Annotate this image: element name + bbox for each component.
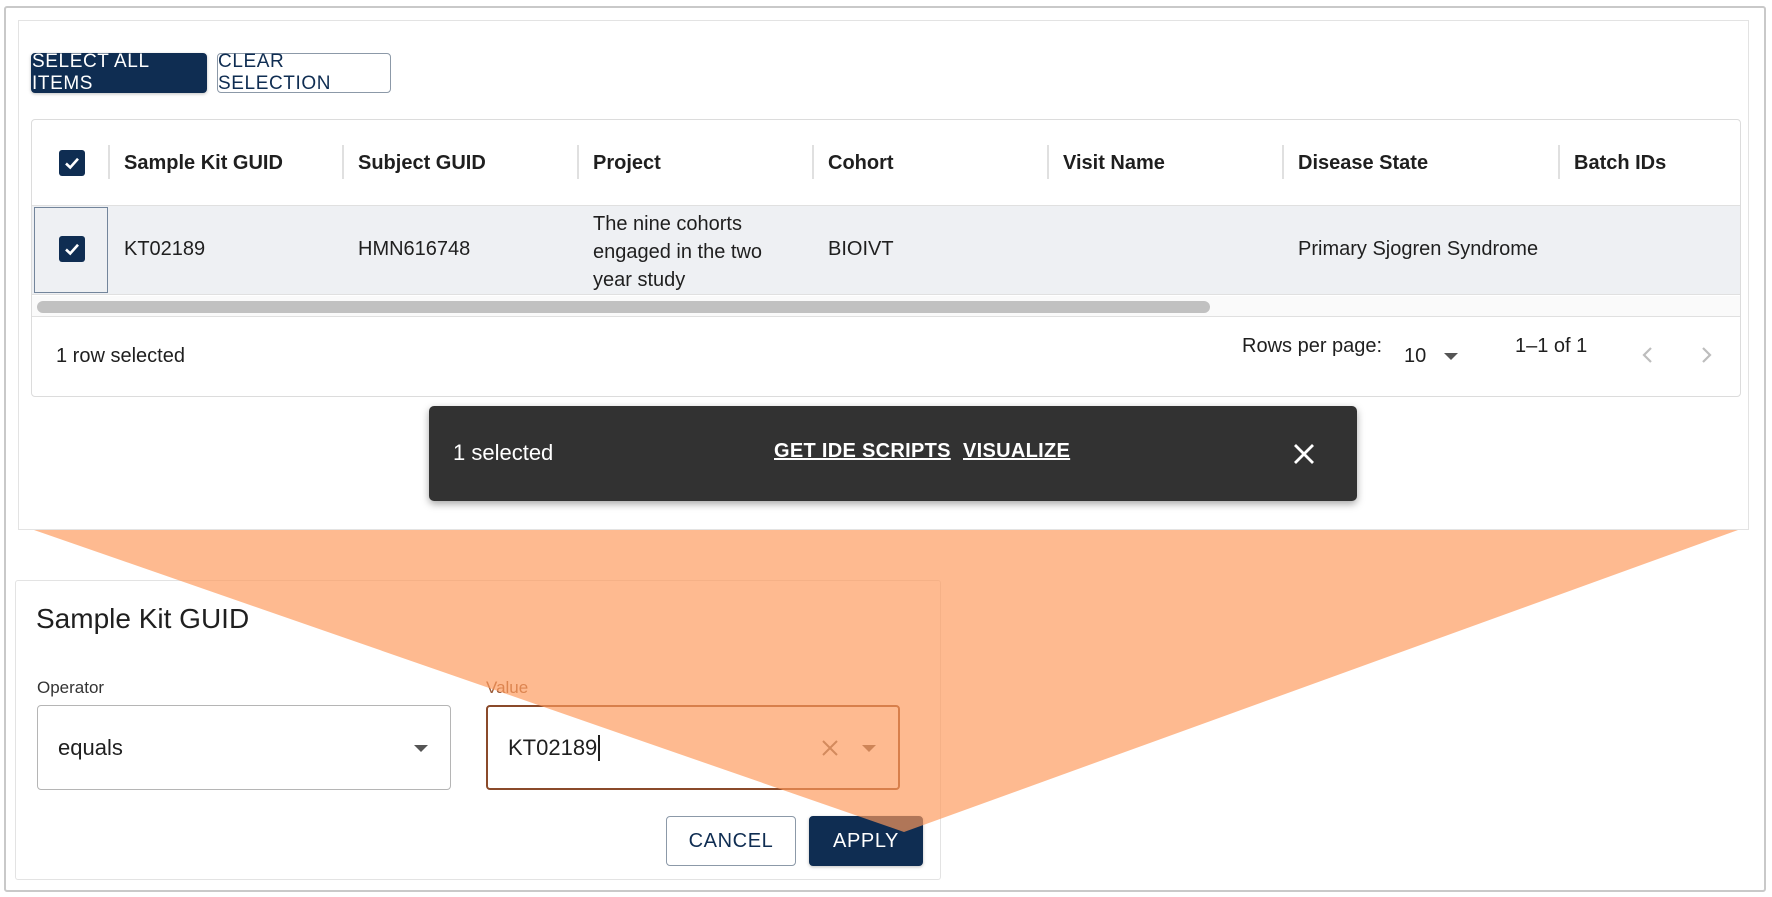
value-input-text: KT02189 bbox=[508, 734, 598, 760]
clear-selection-button[interactable]: CLEAR SELECTION bbox=[217, 51, 391, 94]
data-grid: Sample Kit GUID Subject GUID Project Coh… bbox=[31, 119, 1741, 397]
selected-count: 1 selected bbox=[453, 440, 554, 465]
visualize-link[interactable]: VISUALIZE bbox=[963, 440, 1070, 463]
value-label: Value bbox=[486, 678, 529, 697]
horizontal-scrollbar[interactable] bbox=[32, 296, 1740, 317]
filter-panel: Sample Kit GUID Operator equals Value KT… bbox=[15, 580, 941, 880]
previous-page-button[interactable] bbox=[1636, 343, 1660, 367]
grid-header: Sample Kit GUID Subject GUID Project Coh… bbox=[32, 120, 1740, 206]
scrollbar-thumb[interactable] bbox=[37, 301, 1210, 313]
column-header-project[interactable]: Project bbox=[593, 120, 661, 206]
value-input[interactable]: KT02189 bbox=[486, 705, 900, 790]
filter-title: Sample Kit GUID bbox=[36, 603, 250, 634]
selection-count: 1 row selected bbox=[56, 345, 185, 367]
clear-value-button[interactable] bbox=[818, 736, 842, 760]
operator-value: equals bbox=[58, 734, 123, 760]
dropdown-arrow-icon bbox=[1444, 352, 1459, 360]
dropdown-arrow-icon bbox=[414, 745, 428, 752]
cell-sample-kit-guid: KT02189 bbox=[124, 237, 206, 260]
next-page-button[interactable] bbox=[1694, 343, 1718, 367]
cell-subject-guid: HMN616748 bbox=[358, 237, 471, 260]
column-header-disease-state[interactable]: Disease State bbox=[1298, 120, 1428, 206]
apply-button[interactable]: APPLY bbox=[809, 816, 923, 866]
table-row[interactable]: KT02189 HMN616748 The nine cohorts engag… bbox=[32, 206, 1740, 295]
selection-snackbar: 1 selected GET IDE SCRIPTS VISUALIZE bbox=[429, 406, 1357, 501]
column-header-cohort[interactable]: Cohort bbox=[828, 120, 894, 206]
text-cursor bbox=[598, 734, 601, 761]
get-ide-scripts-link[interactable]: GET IDE SCRIPTS bbox=[774, 440, 951, 463]
column-header-subject-guid[interactable]: Subject GUID bbox=[358, 120, 486, 206]
dropdown-arrow-icon bbox=[862, 745, 876, 752]
close-snackbar-button[interactable] bbox=[1291, 441, 1317, 467]
chevron-left-icon bbox=[1642, 347, 1652, 363]
rows-per-page-select[interactable]: 10 bbox=[1404, 341, 1460, 371]
close-icon bbox=[1294, 444, 1314, 464]
column-header-batch-ids[interactable]: Batch IDs bbox=[1574, 120, 1666, 206]
column-header-visit-name[interactable]: Visit Name bbox=[1063, 120, 1165, 206]
cancel-button[interactable]: CANCEL bbox=[666, 816, 796, 866]
checkbox-checked-icon bbox=[65, 243, 79, 256]
cell-disease-state: Primary Sjogren Syndrome bbox=[1298, 237, 1539, 260]
rows-per-page-value: 10 bbox=[1404, 344, 1427, 367]
row-checkbox[interactable] bbox=[59, 236, 85, 262]
select-all-button[interactable]: SELECT ALL ITEMS bbox=[31, 51, 207, 94]
clear-icon bbox=[822, 740, 838, 756]
chevron-right-icon bbox=[1702, 347, 1712, 363]
grid-footer: 1 row selected Rows per page: 10 1–1 of … bbox=[32, 317, 1740, 396]
cell-cohort: BIOIVT bbox=[828, 237, 894, 260]
select-all-checkbox[interactable] bbox=[59, 150, 85, 176]
checkbox-checked-icon bbox=[65, 157, 79, 170]
operator-select[interactable]: equals bbox=[37, 705, 451, 790]
cell-project: The nine cohorts engaged in the two year… bbox=[593, 213, 763, 291]
operator-label: Operator bbox=[37, 678, 105, 697]
column-header-sample-kit-guid[interactable]: Sample Kit GUID bbox=[124, 120, 283, 206]
pagination-range: 1–1 of 1 bbox=[1515, 335, 1588, 357]
rows-per-page-label: Rows per page: bbox=[1242, 335, 1383, 357]
